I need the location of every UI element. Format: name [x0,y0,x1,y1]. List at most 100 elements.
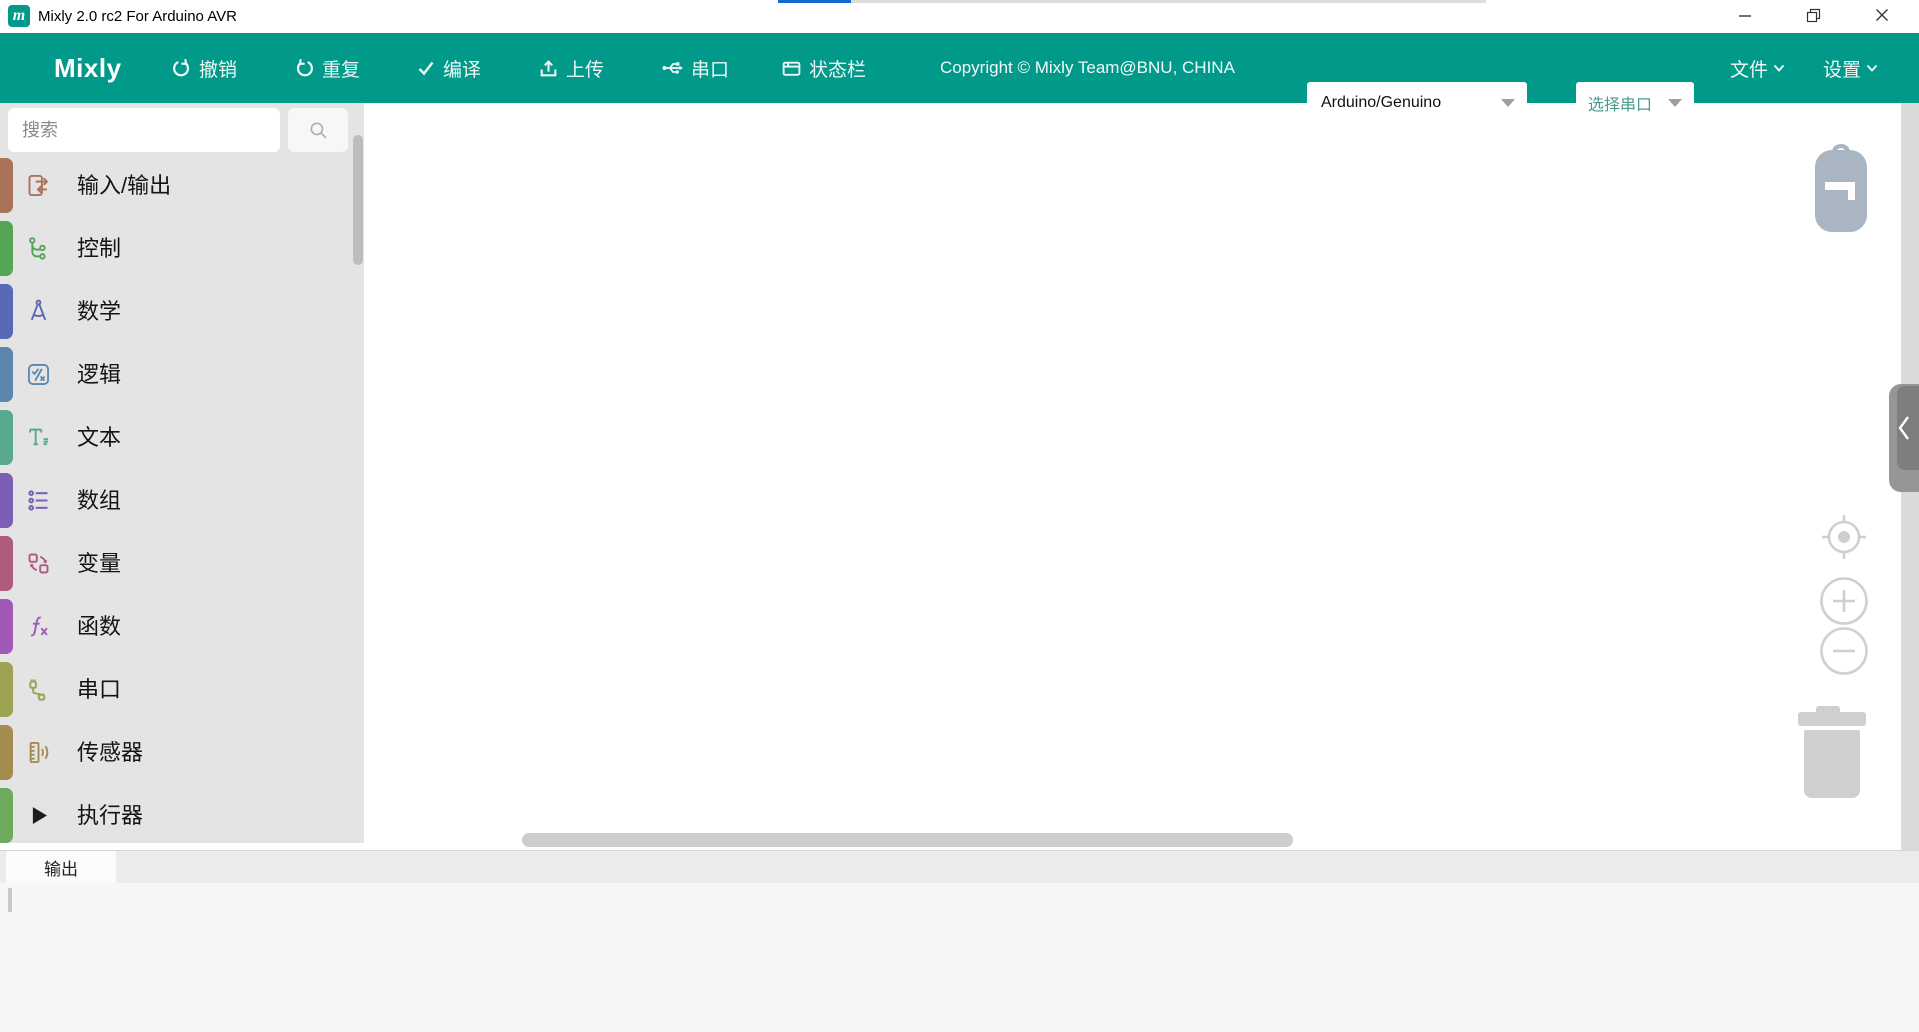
category-color-bar [0,599,13,654]
trash-lid [1798,712,1866,726]
upload-label: 上传 [566,55,604,82]
settings-menu-label: 设置 [1823,55,1861,82]
file-menu[interactable]: 文件 [1730,33,1785,103]
category-label: 控制 [77,221,121,276]
search-input[interactable] [8,108,280,152]
actuator-play-icon [25,802,52,829]
backpack-icon[interactable] [1813,140,1869,239]
category-label: 数学 [77,284,121,339]
brand-logo: Mixly [54,33,122,103]
category-color-bar [0,788,13,843]
io-icon [25,172,52,199]
category-color-bar [0,536,13,591]
statusbar-button[interactable]: 状态栏 [781,33,866,103]
category-label: 传感器 [77,725,143,780]
close-button[interactable] [1860,0,1904,30]
usb-icon [661,58,684,78]
canvas-horizontal-scrollbar[interactable] [522,833,1293,847]
minus-circle-icon [1819,626,1869,676]
output-panel[interactable] [0,883,1919,1032]
tab-output[interactable]: 输出 [6,851,116,884]
category-label: 函数 [77,599,121,654]
category-color-bar [0,473,13,528]
crosshair-icon [1820,513,1868,561]
search-button[interactable] [288,108,348,152]
category-color-bar [0,347,13,402]
zoom-reset-button[interactable] [1820,513,1868,566]
upload-icon [538,58,559,79]
trash-icon[interactable] [1798,706,1866,798]
sidebar-item-io[interactable]: 输入/输出 [0,158,364,213]
title-bar: m Mixly 2.0 rc2 For Arduino AVR [0,0,1919,33]
port-select-dropdown[interactable]: 选择串口 [1576,82,1694,124]
array-list-icon [25,487,52,514]
category-label: 数组 [77,473,121,528]
board-select-dropdown[interactable]: Arduino/Genuino [1307,82,1527,124]
settings-menu[interactable]: 设置 [1823,33,1878,103]
category-label: 逻辑 [77,347,121,402]
trash-body [1804,730,1860,798]
variable-swap-icon [25,550,52,577]
undo-button[interactable]: 撤销 [171,33,237,103]
sidebar-item-array[interactable]: 数组 [0,473,364,528]
app-logo-icon: m [8,5,30,27]
statusbar-window-icon [781,58,802,79]
restore-icon [1806,8,1821,23]
sensor-icon [25,739,52,766]
file-menu-label: 文件 [1730,55,1768,82]
sidebar-item-function[interactable]: 函数 [0,599,364,654]
undo-label: 撤销 [199,55,237,82]
sidebar-item-actuator[interactable]: 执行器 [0,788,364,843]
serial-button[interactable]: 串口 [661,33,729,103]
check-icon [416,58,436,78]
upload-button[interactable]: 上传 [538,33,604,103]
bottom-tab-bar: 输出 [0,850,1919,883]
sidebar-item-serial[interactable]: 串口 [0,662,364,717]
minimize-icon [1738,8,1752,22]
category-color-bar [0,662,13,717]
zoom-out-button[interactable] [1819,626,1869,681]
chevron-down-icon [1773,64,1785,73]
compile-label: 编译 [443,55,481,82]
undo-icon [171,58,192,79]
category-label: 执行器 [77,788,143,843]
main-toolbar: Mixly 撤销 重复 编译 上传 串口 [0,33,1919,103]
compile-button[interactable]: 编译 [416,33,481,103]
chevron-left-icon [1897,414,1911,442]
port-select-value: 选择串口 [1576,91,1668,115]
redo-button[interactable]: 重复 [294,33,360,103]
flyout-collapse-handle[interactable] [1889,384,1919,492]
search-icon [309,121,328,140]
category-label: 输入/输出 [77,158,171,213]
close-icon [1875,8,1889,22]
category-color-bar [0,725,13,780]
minimize-button[interactable] [1723,0,1767,30]
sidebar-item-sensor[interactable]: 传感器 [0,725,364,780]
sidebar-item-text[interactable]: 文本 [0,410,364,465]
plus-circle-icon [1819,576,1869,626]
output-cursor [8,888,12,912]
zoom-in-button[interactable] [1819,576,1869,631]
copyright-text: Copyright © Mixly Team@BNU, CHINA [940,33,1235,103]
restore-button[interactable] [1791,0,1835,30]
output-tab-label: 输出 [44,855,78,880]
function-fx-icon [25,613,52,640]
sidebar-item-control[interactable]: 控制 [0,221,364,276]
serial-label: 串口 [691,55,729,82]
sidebar-item-variable[interactable]: 变量 [0,536,364,591]
redo-label: 重复 [322,55,360,82]
sidebar-item-math[interactable]: 数学 [0,284,364,339]
statusbar-label: 状态栏 [809,55,866,82]
board-select-value: Arduino/Genuino [1307,94,1501,112]
chevron-down-icon [1866,64,1878,73]
category-color-bar [0,410,13,465]
serial-cable-icon [25,676,52,703]
text-icon [25,424,52,451]
sidebar-item-logic[interactable]: 逻辑 [0,347,364,402]
logic-icon [25,361,52,388]
category-color-bar [0,221,13,276]
math-compass-icon [25,298,52,325]
chevron-down-icon [1668,99,1682,107]
category-label: 串口 [77,662,121,717]
window-title: Mixly 2.0 rc2 For Arduino AVR [38,0,237,33]
